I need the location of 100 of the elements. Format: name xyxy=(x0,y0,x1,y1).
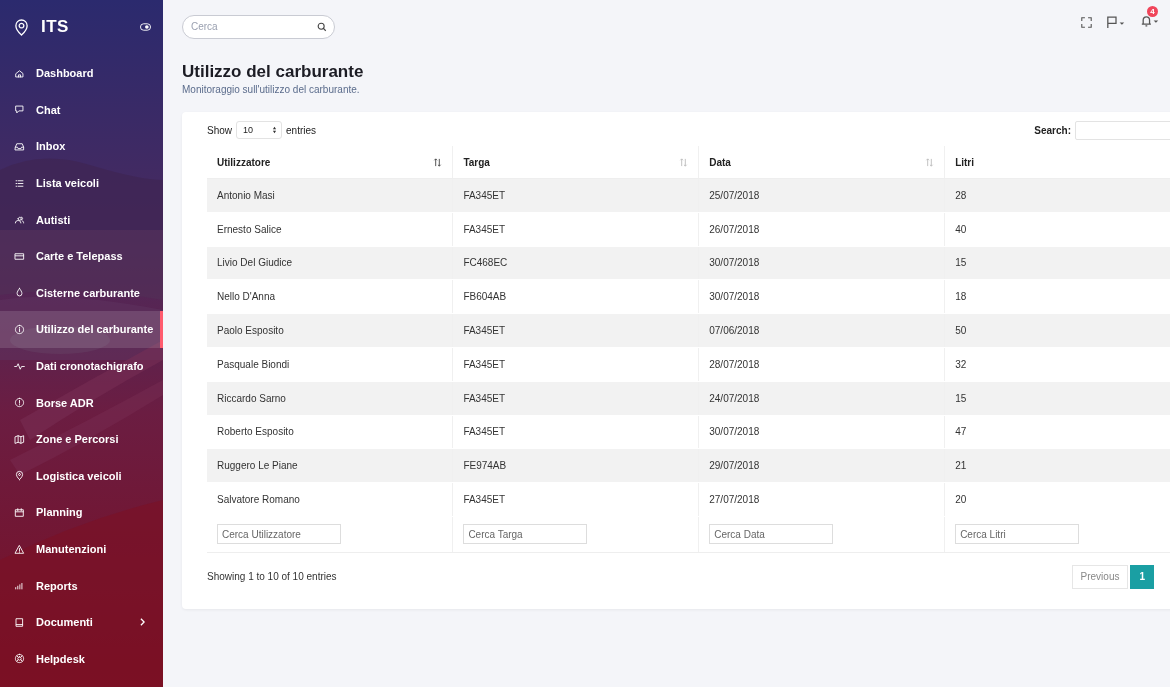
stepper-icon xyxy=(272,126,277,134)
entries-label: entries xyxy=(286,124,317,136)
sidebar-item[interactable]: Planning xyxy=(0,494,163,531)
warning-icon xyxy=(14,543,25,555)
column-header[interactable]: Data xyxy=(698,146,945,179)
sidebar-item[interactable]: Helpdesk xyxy=(0,640,163,678)
bar-chart-icon xyxy=(14,580,25,592)
bell-dropdown-icon[interactable] xyxy=(1140,14,1160,27)
sidebar-item[interactable]: Inbox xyxy=(0,128,163,165)
table-search-field[interactable] xyxy=(1075,120,1170,140)
table-cell: FA345ET xyxy=(452,347,699,382)
brand-name: ITS xyxy=(41,17,70,37)
book-icon xyxy=(14,616,25,628)
map-icon xyxy=(14,433,25,445)
table-cell: 30/07/2018 xyxy=(698,246,945,280)
notification-badge: 4 xyxy=(1147,6,1158,17)
table-cell: Ernesto Salice xyxy=(207,212,453,247)
sidebar-item[interactable]: Dashboard xyxy=(0,55,163,92)
sidebar-item[interactable]: Reports xyxy=(0,567,163,604)
table-cell: Nello D'Anna xyxy=(207,279,453,314)
info-icon xyxy=(14,323,25,335)
table-cell: 24/07/2018 xyxy=(698,381,945,416)
table-info: Showing 1 to 10 of 10 entries xyxy=(207,571,337,583)
show-label: Show xyxy=(207,124,232,136)
table-cell: 30/07/2018 xyxy=(698,279,945,314)
table-cell: 32 xyxy=(944,347,1170,382)
table-cell: 07/06/2018 xyxy=(698,313,945,348)
lifebuoy-icon xyxy=(14,653,25,665)
inbox-icon xyxy=(14,141,25,152)
search-label: Search: xyxy=(1034,124,1071,136)
chat-icon xyxy=(14,104,25,116)
page-size-select[interactable]: 10 xyxy=(236,121,282,139)
sidebar-item[interactable]: Utilizzo del carburante xyxy=(0,311,163,348)
sidebar-item[interactable]: Manutenzioni xyxy=(0,530,163,568)
table-cell: 30/07/2018 xyxy=(698,415,945,449)
table-cell: FA345ET xyxy=(452,482,699,517)
table-cell: FE974AB xyxy=(452,448,699,483)
alert-icon xyxy=(14,397,25,409)
sidebar-item[interactable]: Documenti xyxy=(0,603,163,641)
table-cell: 27/07/2018 xyxy=(698,482,945,517)
column-filter-field[interactable]: Cerca Data xyxy=(709,524,834,545)
table-cell: 50 xyxy=(944,313,1170,348)
table-cell: 20 xyxy=(944,482,1170,517)
column-header[interactable]: Targa xyxy=(452,146,699,179)
sidebar-item[interactable]: Carte e Telepass xyxy=(0,237,163,275)
table-cell: FA345ET xyxy=(452,178,699,213)
column-filter-field[interactable]: Cerca Targa xyxy=(463,524,588,545)
pulse-icon xyxy=(14,360,25,372)
search-icon xyxy=(317,21,327,32)
table-cell: 21 xyxy=(944,448,1170,483)
table-cell: Roberto Esposito xyxy=(207,415,453,449)
table-cell: 15 xyxy=(944,246,1170,280)
home-icon xyxy=(14,67,25,79)
table-cell: 40 xyxy=(944,212,1170,247)
table-cell: Ruggero Le Piane xyxy=(207,448,453,483)
drop-icon xyxy=(14,287,25,299)
table-cell: Paolo Esposito xyxy=(207,313,453,348)
calendar-icon xyxy=(14,506,25,518)
sidebar-item[interactable]: Cisterne carburante xyxy=(0,274,163,312)
table-cell: Antonio Masi xyxy=(207,178,453,213)
list-icon xyxy=(14,177,25,189)
table-cell: Salvatore Romano xyxy=(207,482,453,517)
column-header[interactable]: Litri xyxy=(944,146,1170,179)
flag-dropdown-icon[interactable] xyxy=(1106,15,1126,29)
table-cell: 29/07/2018 xyxy=(698,448,945,483)
column-filter-field[interactable]: Cerca Litri xyxy=(955,524,1080,545)
table-cell: FA345ET xyxy=(452,415,699,449)
sidebar-item[interactable]: Chat xyxy=(0,91,163,129)
table-cell: Livio Del Giudice xyxy=(207,246,453,280)
sidebar-item[interactable]: Logistica veicoli xyxy=(0,457,163,495)
table-cell: FA345ET xyxy=(452,313,699,348)
table-cell: 15 xyxy=(944,381,1170,416)
search-field[interactable]: Cerca xyxy=(182,14,335,39)
table-cell: Pasquale Biondi xyxy=(207,347,453,382)
table-cell: Riccardo Sarno xyxy=(207,381,453,416)
sidebar-item[interactable]: Dati cronotachigrafo xyxy=(0,347,163,385)
sidebar-item[interactable]: Autisti xyxy=(0,201,163,238)
table-cell: 25/07/2018 xyxy=(698,178,945,213)
location-pin-icon xyxy=(14,18,29,36)
page-title: Utilizzo del carburante xyxy=(182,62,365,82)
pin-icon xyxy=(14,470,25,482)
table-cell: FB604AB xyxy=(452,279,699,314)
column-filter-field[interactable]: Cerca Utilizzatore xyxy=(217,524,341,545)
chevron-icon xyxy=(140,618,145,627)
sidebar-item[interactable]: Borse ADR xyxy=(0,384,163,421)
table-cell: FA345ET xyxy=(452,212,699,247)
card-icon xyxy=(14,250,25,262)
table-cell: 28 xyxy=(944,178,1170,213)
table-cell: 28/07/2018 xyxy=(698,347,945,382)
pagination-button[interactable]: Previous xyxy=(1071,564,1129,589)
page-subtitle: Monitoraggio sull'utilizzo del carburante. xyxy=(182,84,361,95)
sidebar-item[interactable]: Lista veicoli xyxy=(0,164,163,202)
table-cell: 47 xyxy=(944,415,1170,449)
table-cell: FC468EC xyxy=(452,246,699,280)
table-cell: FA345ET xyxy=(452,381,699,416)
toggle-icon[interactable] xyxy=(140,23,151,31)
column-header[interactable]: Utilizzatore xyxy=(207,146,453,179)
table-cell: 18 xyxy=(944,279,1170,314)
fullscreen-icon[interactable] xyxy=(1081,16,1092,28)
sidebar-item[interactable]: Zone e Percorsi xyxy=(0,420,163,458)
